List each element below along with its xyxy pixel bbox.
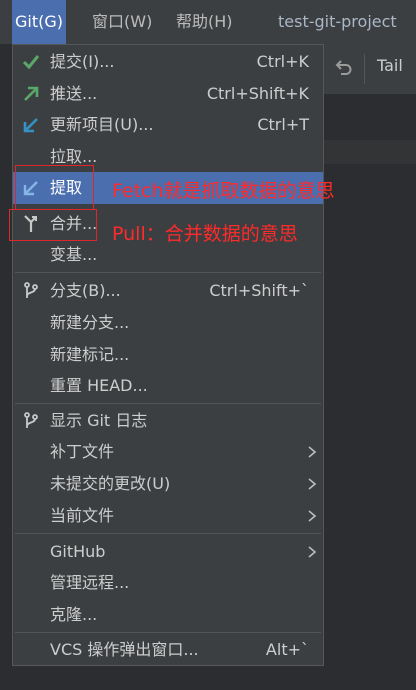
update-label: 更新项目(U)... bbox=[50, 115, 154, 134]
menu-item-current-file[interactable]: 当前文件 bbox=[13, 500, 323, 532]
chevron-right-icon bbox=[308, 478, 317, 490]
new-tag-label: 新建标记... bbox=[50, 345, 130, 364]
git-log-icon bbox=[24, 412, 38, 428]
commit-label: 提交(I)... bbox=[50, 52, 115, 71]
update-shortcut: Ctrl+T bbox=[257, 115, 309, 134]
branch-icon bbox=[24, 282, 38, 298]
chevron-right-icon bbox=[308, 510, 317, 522]
menubar-window[interactable]: 窗口(W) bbox=[84, 0, 160, 44]
reset-head-label: 重置 HEAD... bbox=[50, 376, 148, 395]
chevron-right-icon bbox=[308, 546, 317, 558]
branches-label: 分支(B)... bbox=[50, 281, 121, 300]
check-icon bbox=[22, 55, 40, 70]
tail-label[interactable]: Tail bbox=[377, 56, 403, 75]
uncommitted-label: 未提交的更改(U) bbox=[50, 474, 171, 493]
branches-shortcut: Ctrl+Shift+` bbox=[209, 281, 309, 300]
git-dropdown-menu: 提交(I)... Ctrl+K 推送... Ctrl+Shift+K 更新项目(… bbox=[12, 44, 324, 666]
menu-item-update-project[interactable]: 更新项目(U)... Ctrl+T bbox=[13, 109, 323, 141]
push-label: 推送... bbox=[50, 84, 98, 103]
new-branch-label: 新建分支... bbox=[50, 313, 130, 332]
vcs-popup-shortcut: Alt+` bbox=[265, 640, 309, 659]
menu-separator bbox=[15, 272, 321, 273]
rebase-label: 变基... bbox=[50, 245, 98, 264]
update-arrow-icon bbox=[23, 118, 38, 133]
vcs-popup-label: VCS 操作弹出窗口... bbox=[50, 640, 199, 659]
merge-highlight-box bbox=[9, 209, 97, 241]
menu-separator bbox=[15, 403, 321, 404]
chevron-right-icon bbox=[308, 446, 317, 458]
menu-item-patch[interactable]: 补丁文件 bbox=[13, 436, 323, 468]
fetch-annotation: Fetch就是抓取数据的意思 bbox=[112, 180, 335, 202]
menu-item-show-git-log[interactable]: 显示 Git 日志 bbox=[13, 405, 323, 437]
menu-item-new-tag[interactable]: 新建标记... bbox=[13, 339, 323, 371]
menu-separator bbox=[15, 533, 321, 534]
toolbar-separator bbox=[364, 54, 365, 84]
commit-shortcut: Ctrl+K bbox=[256, 52, 309, 71]
menu-item-reset-head[interactable]: 重置 HEAD... bbox=[13, 370, 323, 402]
menu-item-vcs-popup[interactable]: VCS 操作弹出窗口... Alt+` bbox=[13, 634, 323, 666]
menu-bar: Git(G) 窗口(W) 帮助(H) test-git-project bbox=[0, 0, 416, 44]
push-shortcut: Ctrl+Shift+K bbox=[206, 84, 309, 103]
menu-item-github[interactable]: GitHub bbox=[13, 536, 323, 568]
pull-annotation: Pull：合并数据的意思 bbox=[112, 223, 298, 245]
menu-item-push[interactable]: 推送... Ctrl+Shift+K bbox=[13, 78, 323, 110]
clone-label: 克隆... bbox=[50, 605, 98, 624]
fetch-highlight-box bbox=[15, 165, 94, 210]
manage-remotes-label: 管理远程... bbox=[50, 573, 130, 592]
github-label: GitHub bbox=[50, 542, 106, 561]
menubar-git[interactable]: Git(G) bbox=[12, 0, 66, 44]
current-file-label: 当前文件 bbox=[50, 506, 115, 525]
menu-item-commit[interactable]: 提交(I)... Ctrl+K bbox=[13, 46, 323, 78]
push-arrow-icon bbox=[24, 86, 39, 101]
menu-item-uncommitted-changes[interactable]: 未提交的更改(U) bbox=[13, 468, 323, 500]
menu-separator bbox=[15, 632, 321, 633]
menubar-help[interactable]: 帮助(H) bbox=[168, 0, 241, 44]
menu-item-manage-remotes[interactable]: 管理远程... bbox=[13, 567, 323, 599]
project-title: test-git-project bbox=[278, 12, 397, 31]
menu-item-clone[interactable]: 克隆... bbox=[13, 599, 323, 631]
menu-item-new-branch[interactable]: 新建分支... bbox=[13, 307, 323, 339]
menu-item-branches[interactable]: 分支(B)... Ctrl+Shift+` bbox=[13, 275, 323, 307]
patch-label: 补丁文件 bbox=[50, 442, 115, 461]
editor-tab-strip bbox=[320, 140, 416, 164]
show-log-label: 显示 Git 日志 bbox=[50, 411, 148, 430]
undo-icon[interactable] bbox=[333, 58, 353, 78]
